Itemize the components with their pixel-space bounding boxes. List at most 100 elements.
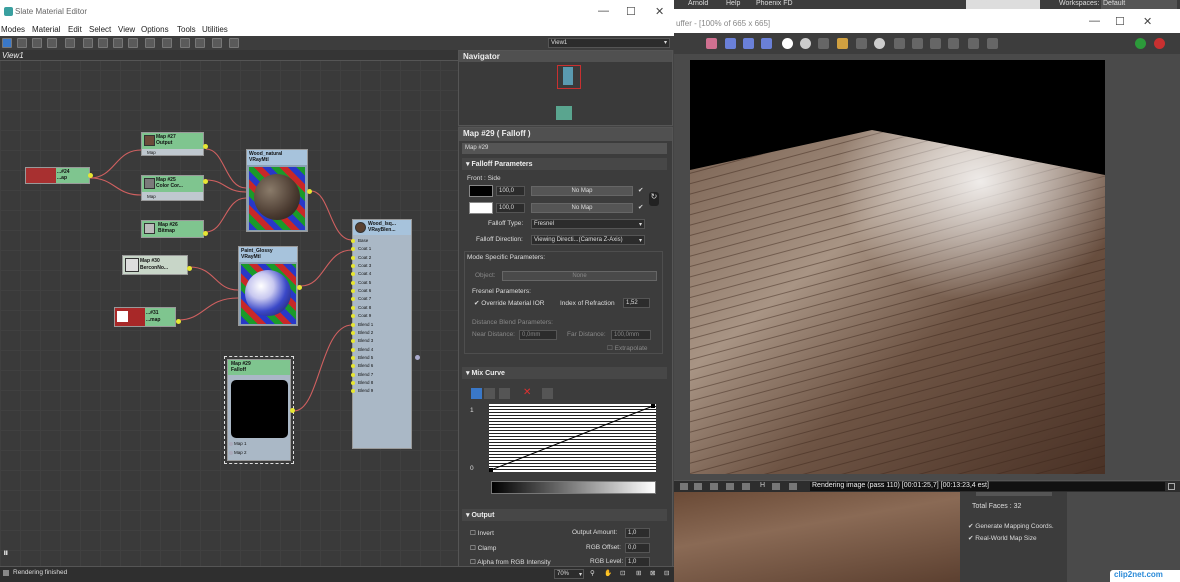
falloff-type-dropdown[interactable]: Fresnel ▾	[531, 219, 645, 229]
input-socket[interactable]	[229, 442, 233, 446]
input-socket[interactable]	[351, 272, 355, 277]
show-background-icon[interactable]	[128, 38, 138, 48]
mix-curve-rollout[interactable]: ▾ Mix Curve	[462, 367, 667, 379]
node-map29-falloff[interactable]: Map #29 Falloff Map 1 Map 2	[224, 356, 295, 464]
density-spinner[interactable]	[976, 492, 1052, 496]
input-socket[interactable]	[351, 305, 355, 310]
input-socket[interactable]	[351, 297, 355, 302]
output-socket[interactable]	[187, 266, 192, 271]
expand-icon[interactable]	[1168, 483, 1175, 490]
menu-view[interactable]: View	[118, 25, 135, 34]
output-socket[interactable]	[203, 144, 208, 149]
menu-select[interactable]: Select	[89, 25, 111, 34]
input-socket[interactable]	[351, 364, 355, 369]
input-socket[interactable]	[351, 314, 355, 319]
input-socket[interactable]	[351, 322, 355, 327]
side-map-button[interactable]: No Map	[531, 203, 633, 213]
menu-arnold[interactable]: Arnold	[688, 0, 708, 7]
input-socket[interactable]	[351, 255, 355, 260]
front-amount-spinner[interactable]: 100,0	[496, 186, 525, 196]
input-socket[interactable]	[351, 264, 355, 269]
front-map-checkbox[interactable]: ✔	[638, 186, 643, 194]
zoom-dropdown[interactable]: 70% ▾	[554, 569, 584, 579]
move-children-icon[interactable]	[83, 38, 93, 48]
material-map-browser-icon[interactable]	[180, 38, 190, 48]
input-socket[interactable]	[351, 247, 355, 252]
node-map31[interactable]: ...#31 ...map	[114, 307, 181, 327]
output-socket[interactable]	[307, 189, 312, 194]
front-color-swatch[interactable]	[469, 185, 493, 197]
workspaces-dropdown[interactable]: Default	[1101, 0, 1177, 9]
alpha-from-rgb-checkbox[interactable]: ☐ Alpha from RGB Intensity	[470, 558, 551, 566]
input-socket[interactable]	[351, 239, 355, 243]
assign-material-icon[interactable]	[47, 38, 57, 48]
pick-material-icon[interactable]	[17, 38, 27, 48]
frame-buffer-view[interactable]	[674, 54, 1180, 480]
generate-mapping-checkbox[interactable]: ✔ Generate Mapping Coords.	[968, 522, 1054, 530]
menu-modes[interactable]: Modes	[1, 25, 25, 34]
zoom-selected-icon[interactable]: ⊠	[650, 569, 655, 577]
pan-hand-icon[interactable]: ⏸	[3, 547, 9, 560]
clone-icon[interactable]	[874, 38, 885, 49]
near-distance-spinner[interactable]: 0,0mm	[519, 330, 557, 340]
node-map30[interactable]: Map #30 BerconNo...	[122, 255, 192, 275]
zoom-extents-icon[interactable]: ⊞	[636, 569, 641, 577]
clamp-checkbox[interactable]: ☐ Clamp	[470, 544, 496, 552]
node-map25[interactable]: Map #25 Color Cor... Map	[141, 175, 208, 201]
node-wood-lsq[interactable]: Wood_lsq... VRayBlen... Base Coat 1 Coat 2C…	[351, 219, 420, 449]
swap-icon[interactable]: ↻	[649, 192, 659, 206]
menu-utilities[interactable]: Utilities	[202, 25, 228, 34]
side-amount-spinner[interactable]: 100,0	[496, 203, 525, 213]
node-map27[interactable]: Map #27 Output Map	[141, 132, 208, 156]
layout-children-icon[interactable]	[162, 38, 172, 48]
node-graph-view[interactable]: View1 ...#24 ...ap Map #27 Output Map Ma…	[0, 50, 458, 566]
menu-help[interactable]: Help	[726, 0, 740, 7]
maximize-icon[interactable]: ☐	[626, 5, 636, 18]
sign-in-button[interactable]: Sign In	[966, 0, 1040, 9]
pixel-info-icon[interactable]	[772, 483, 780, 490]
print-icon[interactable]	[912, 38, 923, 49]
reset-curve-icon[interactable]	[542, 388, 553, 399]
menu-material[interactable]: Material	[32, 25, 60, 34]
output-socket[interactable]	[203, 179, 208, 184]
map-name-field[interactable]: Map #29	[462, 143, 667, 154]
region-icon[interactable]	[987, 38, 998, 49]
output-socket[interactable]	[415, 355, 420, 360]
mono-icon[interactable]	[800, 38, 811, 49]
green-channel-icon[interactable]	[743, 38, 754, 49]
side-map-checkbox[interactable]: ✔	[638, 203, 643, 211]
scale-point-icon[interactable]	[484, 388, 495, 399]
input-socket[interactable]	[351, 355, 355, 360]
object-pick-button[interactable]: None	[502, 271, 657, 281]
view-icon[interactable]	[968, 38, 979, 49]
input-socket[interactable]	[351, 289, 355, 294]
put-to-scene-icon[interactable]	[32, 38, 42, 48]
input-socket[interactable]	[351, 380, 355, 385]
menu-edit[interactable]: Edit	[68, 25, 82, 34]
node-wood-natural[interactable]: Wood_natural VRayMtl	[246, 149, 312, 232]
open-image-icon[interactable]	[837, 38, 848, 49]
input-socket[interactable]	[351, 280, 355, 285]
falloff-parameters-rollout[interactable]: ▾ Falloff Parameters	[462, 158, 667, 170]
maximize-icon[interactable]: ☐	[1115, 15, 1125, 28]
output-rollout[interactable]: ▾ Output	[462, 509, 667, 521]
alpha-channel-icon[interactable]	[782, 38, 793, 49]
color-channel-icon[interactable]	[706, 38, 717, 49]
select-by-material-icon[interactable]	[212, 38, 222, 48]
move-point-icon[interactable]	[471, 388, 482, 399]
show-map-icon[interactable]	[113, 38, 123, 48]
output-socket[interactable]	[176, 319, 181, 324]
input-socket[interactable]	[229, 451, 233, 455]
stop-render-icon[interactable]	[1154, 38, 1165, 49]
select-tool-icon[interactable]	[2, 38, 12, 48]
frame-icon[interactable]: ⊟	[664, 569, 669, 577]
ior-spinner[interactable]: 1,52	[623, 298, 650, 308]
stereo-icon[interactable]	[726, 483, 734, 490]
node-map26[interactable]: Map #26 Bitmap	[141, 220, 208, 238]
zoom-magnifier-icon[interactable]: ⚲	[590, 569, 595, 577]
red-channel-icon[interactable]	[725, 38, 736, 49]
layout-icon[interactable]	[145, 38, 155, 48]
input-socket[interactable]	[351, 330, 355, 335]
render-settings-icon[interactable]	[789, 483, 797, 490]
node-paint-glossy[interactable]: Paint_Glossy VRayMtl	[238, 246, 302, 326]
